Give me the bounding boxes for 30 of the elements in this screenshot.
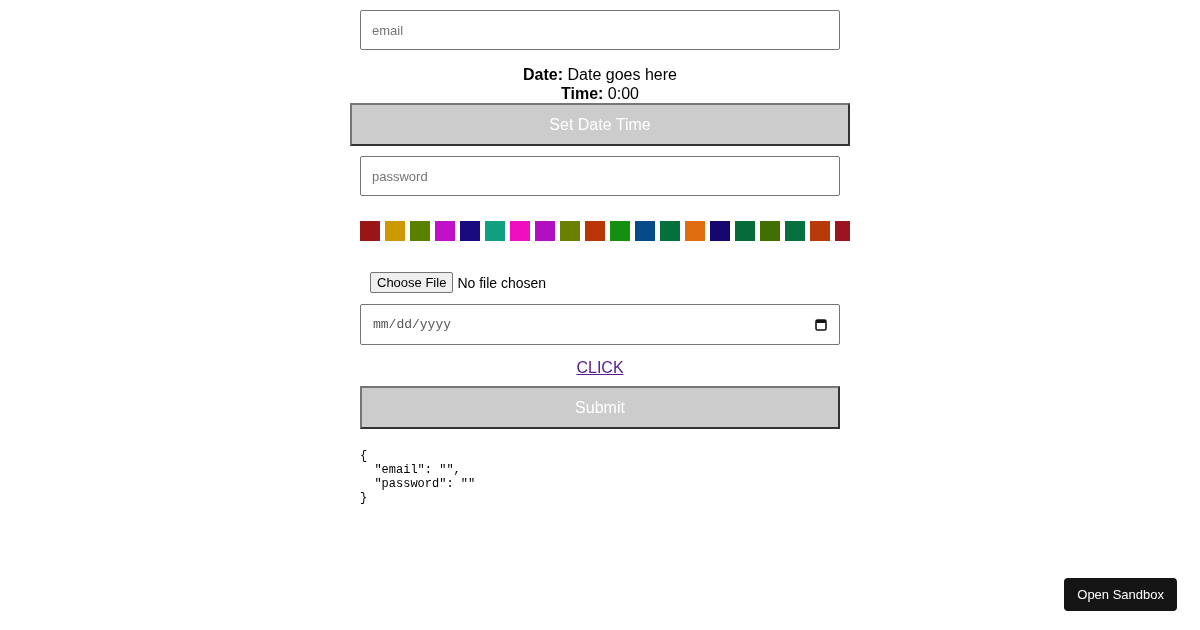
color-swatch[interactable] <box>535 221 555 241</box>
file-status: No file chosen <box>457 274 547 291</box>
color-swatch[interactable] <box>385 221 405 241</box>
password-field[interactable]: password <box>360 156 840 196</box>
choose-file-button[interactable]: Choose File <box>370 272 454 293</box>
date-field[interactable]: mm/dd/yyyy <box>360 304 840 345</box>
color-swatch[interactable] <box>410 221 430 241</box>
email-field[interactable]: email <box>360 10 840 50</box>
date-time-text: Date: Date goes here Time: 0:00 <box>522 65 678 103</box>
color-swatch[interactable] <box>360 221 380 241</box>
color-swatch[interactable] <box>685 221 705 241</box>
json-output: { "email": "", "password": "" } <box>360 449 477 505</box>
color-swatch[interactable] <box>510 221 530 241</box>
color-swatch[interactable] <box>810 221 830 241</box>
color-swatch[interactable] <box>560 221 580 241</box>
color-swatch[interactable] <box>460 221 480 241</box>
color-swatch[interactable] <box>485 221 505 241</box>
click-link[interactable]: CLICK <box>576 359 624 377</box>
color-swatch[interactable] <box>585 221 605 241</box>
open-sandbox-button[interactable]: Open Sandbox <box>1064 578 1177 611</box>
color-swatch[interactable] <box>835 221 850 241</box>
color-swatch[interactable] <box>710 221 730 241</box>
color-swatch[interactable] <box>660 221 680 241</box>
color-swatch[interactable] <box>635 221 655 241</box>
calendar-icon[interactable] <box>815 318 827 331</box>
color-swatch[interactable] <box>760 221 780 241</box>
color-swatch[interactable] <box>435 221 455 241</box>
color-swatch[interactable] <box>735 221 755 241</box>
color-swatch[interactable] <box>785 221 805 241</box>
color-swatch[interactable] <box>610 221 630 241</box>
